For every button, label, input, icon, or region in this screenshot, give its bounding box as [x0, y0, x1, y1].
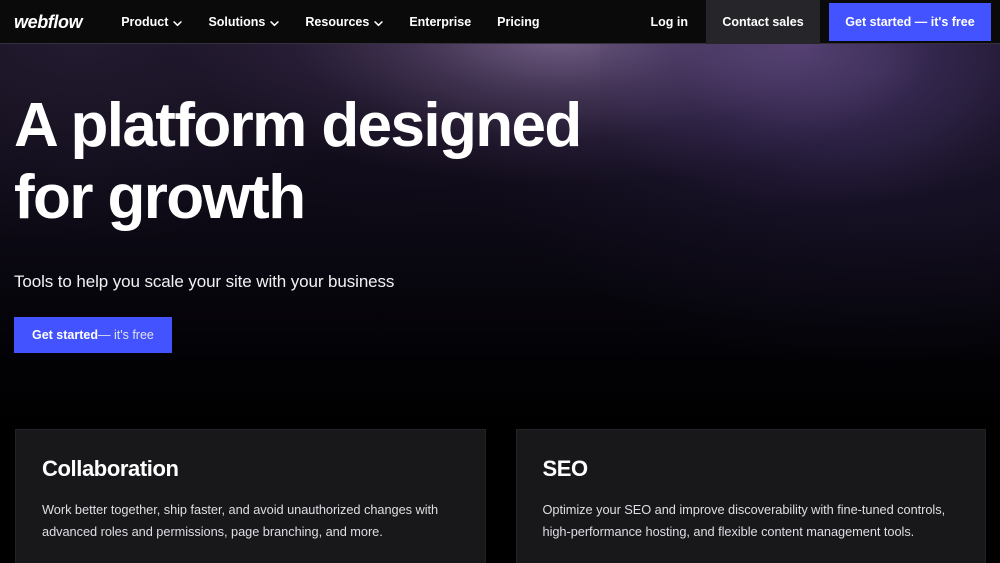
- hero-section: A platform designed for growth Tools to …: [0, 44, 1000, 353]
- nav-item-enterprise-label: Enterprise: [409, 15, 472, 29]
- webflow-logo[interactable]: webflow: [0, 0, 83, 44]
- hero-title-line-2: for growth: [14, 162, 306, 232]
- login-link[interactable]: Log in: [633, 0, 707, 44]
- nav-right-group: Log in Contact sales Get started — it's …: [633, 0, 1000, 44]
- nav-item-product-label: Product: [121, 15, 169, 29]
- feature-card-seo[interactable]: SEO Optimize your SEO and improve discov…: [515, 429, 986, 563]
- chevron-down-icon: [173, 19, 183, 28]
- nav-item-resources[interactable]: Resources: [292, 0, 396, 44]
- get-started-hero-light-label: — it's free: [98, 327, 154, 342]
- chevron-down-icon: [374, 19, 384, 28]
- hero-subtitle: Tools to help you scale your site with y…: [14, 271, 395, 291]
- top-navigation-bar: webflow Product Solutions Resources Ente…: [0, 0, 1000, 44]
- nav-left-group: webflow Product Solutions Resources Ente…: [0, 0, 553, 44]
- webflow-marketing-page: webflow Product Solutions Resources Ente…: [0, 0, 1000, 563]
- nav-item-resources-label: Resources: [305, 15, 370, 29]
- feature-card-seo-title: SEO: [542, 456, 589, 481]
- feature-card-seo-body: Optimize your SEO and improve discoverab…: [542, 502, 946, 539]
- page-title: A platform designed for growth: [14, 90, 714, 234]
- nav-item-pricing-label: Pricing: [497, 15, 540, 29]
- feature-card-collaboration-body: Work better together, ship faster, and a…: [42, 502, 439, 539]
- nav-item-pricing[interactable]: Pricing: [484, 0, 552, 44]
- chevron-down-icon: [270, 19, 280, 28]
- nav-item-solutions[interactable]: Solutions: [195, 0, 292, 44]
- nav-item-solutions-label: Solutions: [208, 15, 266, 29]
- contact-sales-button[interactable]: Contact sales: [706, 0, 820, 44]
- feature-card-collaboration-title: Collaboration: [42, 456, 179, 481]
- feature-cards-row: Collaboration Work better together, ship…: [0, 429, 1000, 563]
- hero-title-line-1: A platform designed: [14, 91, 582, 160]
- nav-item-product[interactable]: Product: [108, 0, 195, 44]
- nav-item-enterprise[interactable]: Enterprise: [396, 0, 484, 44]
- feature-card-collaboration[interactable]: Collaboration Work better together, ship…: [15, 429, 486, 563]
- get-started-hero-strong-label: Get started: [32, 327, 98, 342]
- get-started-button-hero[interactable]: Get started — it's free: [14, 316, 172, 353]
- get-started-button-nav[interactable]: Get started — it's free: [829, 3, 991, 41]
